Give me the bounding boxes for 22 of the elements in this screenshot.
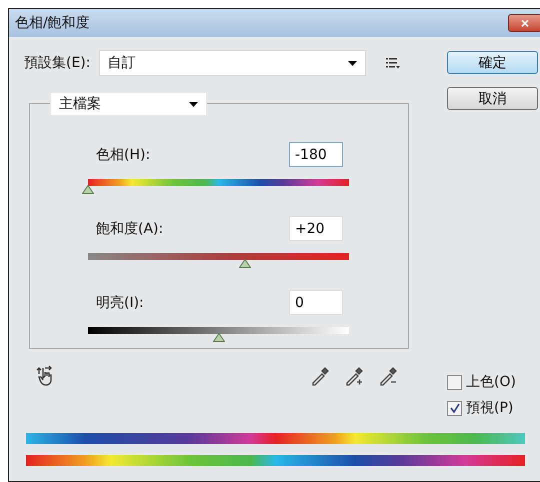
preset-dropdown[interactable]: 自訂 — [98, 50, 366, 76]
checkbox-label: 上色(O) — [466, 373, 516, 391]
slider-thumb[interactable] — [212, 333, 224, 342]
caret-icon — [348, 60, 356, 66]
checkbox-label: 預視(P) — [466, 399, 514, 417]
dialog-button[interactable]: 取消 — [447, 87, 538, 110]
channel-dropdown[interactable]: 主檔案 — [50, 92, 207, 116]
slider-thumb[interactable] — [82, 185, 94, 194]
slider-label: 明亮(I): — [96, 294, 144, 312]
slider-label: 飽和度(A): — [96, 220, 164, 238]
preset-label: 預設集(E): — [24, 54, 90, 72]
window-title: 色相/飽和度 — [15, 14, 90, 32]
dialog-button[interactable]: 確定 — [447, 51, 538, 74]
slider-label: 色相(H): — [96, 146, 150, 164]
caret-icon — [189, 102, 198, 106]
checkbox[interactable] — [447, 400, 462, 416]
value-field[interactable]: -180 — [289, 142, 343, 167]
options-menu-icon[interactable] — [386, 57, 400, 69]
slider-thumb[interactable] — [238, 259, 251, 268]
value-field[interactable]: 0 — [289, 290, 343, 315]
checkbox[interactable] — [447, 374, 462, 390]
value-field[interactable]: +20 — [289, 216, 343, 241]
